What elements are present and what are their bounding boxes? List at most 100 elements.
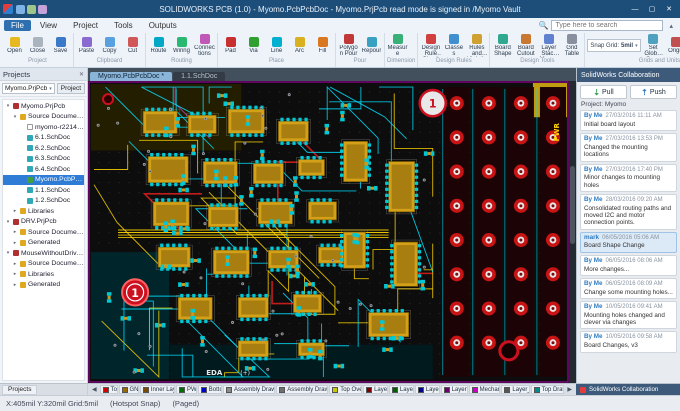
ribbon-set-global-snap-grids-button[interactable]: Set Global Snap Grids xyxy=(643,34,664,58)
tree-item-6-4-schdoc[interactable]: 6.4.SchDoc xyxy=(3,164,84,175)
ribbon-design-rule-check-button[interactable]: Design Rule Check xyxy=(420,34,441,58)
ribbon-grid-table-button[interactable]: Grid Table xyxy=(561,34,582,58)
document-tab-myomo-pcbpcbdoc[interactable]: Myomo.PcbPcbDoc * xyxy=(90,72,172,81)
ribbon-arc-button[interactable]: Arc xyxy=(289,37,310,54)
layer-tab-inner-layer-1[interactable]: Inner Layer 1 xyxy=(140,385,175,394)
save-icon[interactable] xyxy=(16,5,25,14)
ribbon-pad-button[interactable]: Pad xyxy=(220,37,241,54)
snap-grid-dropdown[interactable]: Snap Grid:5mil▾ xyxy=(587,39,640,52)
ribbon-rules-and-violations-button[interactable]: Rules and Violations xyxy=(466,34,487,58)
tree-item-source-documents[interactable]: ▾Source Documents xyxy=(3,112,84,123)
layer-tab-layer-1[interactable]: Layer 1 xyxy=(363,385,388,394)
layer-tab-gnd[interactable]: GND xyxy=(119,385,139,394)
minimize-button[interactable]: — xyxy=(627,2,643,16)
layer-tab-layer-6[interactable]: Layer 6 xyxy=(415,385,440,394)
ribbon-collapse-icon[interactable]: ▴ xyxy=(666,22,676,30)
ribbon-polygon-pour-button[interactable]: Polygon Pour xyxy=(338,34,359,58)
tree-item-6-3-schdoc[interactable]: 6.3.SchDoc xyxy=(3,154,84,165)
layer-tab-top[interactable]: Top xyxy=(100,385,118,394)
project-button[interactable]: Project xyxy=(57,83,85,94)
document-tab-1-1-schdoc[interactable]: 1.1.SchDoc xyxy=(173,72,225,81)
close-button[interactable]: ✕ xyxy=(661,2,677,16)
vertical-scrollbar[interactable] xyxy=(569,81,576,383)
tree-item-source-documents[interactable]: ▸Source Documents xyxy=(3,259,84,270)
menu-tab-file[interactable]: File xyxy=(4,20,31,31)
push-button[interactable]: ⇡ Push xyxy=(630,85,677,99)
ribbon-fill-button[interactable]: Fill xyxy=(312,37,333,54)
undo-icon[interactable] xyxy=(27,5,36,14)
ribbon-layer-stack-manager-button[interactable]: Layer Stack Manager xyxy=(538,34,559,58)
project-selector-dropdown[interactable]: Myomo.PrjPcb ▾ xyxy=(2,83,55,94)
comment-card[interactable]: By Me27/03/2016 11:11 AMInitial board la… xyxy=(580,110,677,131)
ribbon-copy-button[interactable]: Copy xyxy=(99,37,120,54)
layer-tab-top-drawing[interactable]: Top Drawing xyxy=(531,385,565,394)
scrollbar-thumb[interactable] xyxy=(570,166,575,245)
tree-item-myomo-pcbpcbdoc[interactable]: Myomo.PcbPcbDoc * xyxy=(3,175,84,186)
comment-card[interactable]: mark06/05/2016 05:06 AMBoard Shape Chang… xyxy=(580,232,677,253)
comment-card[interactable]: By Me10/05/2016 09:58 AMBoard Changes, v… xyxy=(580,331,677,352)
tree-item-generated[interactable]: ▸Generated xyxy=(3,280,84,291)
layer-tab-layer-2[interactable]: Layer 2 xyxy=(389,385,414,394)
layer-tab-bottom[interactable]: Bottom xyxy=(198,385,222,394)
ribbon-board-shape-button[interactable]: Board Shape xyxy=(492,34,513,58)
ribbon-save-button[interactable]: Save xyxy=(50,37,71,54)
menu-tab-view[interactable]: View xyxy=(33,20,64,31)
ribbon-group-caption: Clipboard xyxy=(76,58,143,67)
ribbon-board-cutout-button[interactable]: Board Cutout xyxy=(515,34,536,58)
redo-icon[interactable] xyxy=(38,5,47,14)
maximize-button[interactable]: ▢ xyxy=(644,2,660,16)
search-input[interactable] xyxy=(551,20,663,31)
tree-item-label: Myomo.PrjPcb xyxy=(21,103,65,110)
comment-card[interactable]: By Me10/05/2016 09:41 AMMounting holes c… xyxy=(580,301,677,329)
tree-item-libraries[interactable]: ▸Libraries xyxy=(3,269,84,280)
tree-item-1-2-schdoc[interactable]: 1.2.SchDoc xyxy=(3,196,84,207)
tree-item-source-documents[interactable]: ▸Source Documents xyxy=(3,227,84,238)
ribbon-measure-button[interactable]: Measure xyxy=(387,34,408,58)
ribbon-line-button[interactable]: Line xyxy=(266,37,287,54)
ribbon-open-button[interactable]: Open xyxy=(4,37,25,54)
ribbon-paste-button[interactable]: Paste xyxy=(76,37,97,54)
layer-tab-mechanical[interactable]: Mechanical xyxy=(469,385,501,394)
tree-item-mousewithoutdrive-prjpcb[interactable]: ▾MouseWithoutDrive.PrjPcb xyxy=(3,248,84,259)
ribbon-close-button[interactable]: Close xyxy=(27,37,48,54)
comment-card[interactable]: By Me06/05/2016 08:09 AMChange some moun… xyxy=(580,278,677,299)
layers-scroll-left-icon[interactable]: ◀ xyxy=(90,386,99,393)
tree-item-generated[interactable]: ▸Generated xyxy=(3,238,84,249)
ribbon-via-button[interactable]: Via xyxy=(243,37,264,54)
comment-card[interactable]: By Me28/03/2016 09:20 AMConsolidated rou… xyxy=(580,194,677,230)
tree-item-6-2-schdoc[interactable]: 6.2.SchDoc xyxy=(3,143,84,154)
tree-item-drv-prjpcb[interactable]: ▾DRV.PrjPcb xyxy=(3,217,84,228)
comment-card[interactable]: By Me27/03/2016 13:53 PMChanged the moun… xyxy=(580,133,677,161)
menu-tab-outputs[interactable]: Outputs xyxy=(142,20,184,31)
panel-close-icon[interactable]: ✕ xyxy=(79,71,84,78)
tree-item-myomo-prjpcb[interactable]: ▾Myomo.PrjPcb xyxy=(3,101,84,112)
ribbon-connections-button[interactable]: Connections xyxy=(194,34,215,58)
pcb-viewport[interactable]: 11EDA(+)PWR xyxy=(88,81,569,383)
comment-card[interactable]: By Me06/05/2016 08:06 AMMore changes... xyxy=(580,255,677,276)
ribbon-route-button[interactable]: Route xyxy=(148,37,169,54)
layer-tab-assembly-drawing-top[interactable]: Assembly Drawing Top xyxy=(223,385,275,394)
tree-item-1-1-schdoc[interactable]: 1.1.SchDoc xyxy=(3,185,84,196)
layer-tab-top-overlay[interactable]: Top Overlay xyxy=(329,385,362,394)
layers-scroll-right-icon[interactable]: ▶ xyxy=(565,386,574,393)
layer-tab-layer-20[interactable]: Layer_20 xyxy=(501,385,529,394)
ribbon-origin-button[interactable]: Origin xyxy=(666,37,680,54)
layer-label: Bottom xyxy=(209,387,222,393)
ribbon-classes-button[interactable]: Classes xyxy=(443,34,464,58)
menu-tab-project[interactable]: Project xyxy=(66,20,105,31)
tree-item-libraries[interactable]: ▸Libraries xyxy=(3,206,84,217)
layer-tab-layer-13[interactable]: Layer 13 xyxy=(441,385,468,394)
pull-button[interactable]: ⇣ Pull xyxy=(580,85,627,99)
projects-panel-tab[interactable]: Projects xyxy=(2,385,37,395)
pcb-canvas[interactable]: 11EDA(+)PWR xyxy=(88,81,569,383)
menu-tab-tools[interactable]: Tools xyxy=(107,20,140,31)
layer-tab-pwr[interactable]: PWR xyxy=(176,385,197,394)
layer-tab-assembly-drawing-bot[interactable]: Assembly Drawing Bot xyxy=(276,385,328,394)
tree-item-6-1-schdoc[interactable]: 6.1.SchDoc xyxy=(3,133,84,144)
comment-card[interactable]: By Me27/03/2016 17:40 PMMinor changes to… xyxy=(580,164,677,192)
ribbon-wiring-button[interactable]: Wiring xyxy=(171,37,192,54)
ribbon-repour-button[interactable]: Repour xyxy=(361,37,382,54)
collaboration-panel-tab[interactable]: SolidWorks Collaboration xyxy=(576,384,680,395)
tree-item-myomo-r2214-final-net[interactable]: myomo-r2214-final.net xyxy=(3,122,84,133)
ribbon-cut-button[interactable]: Cut xyxy=(122,37,143,54)
